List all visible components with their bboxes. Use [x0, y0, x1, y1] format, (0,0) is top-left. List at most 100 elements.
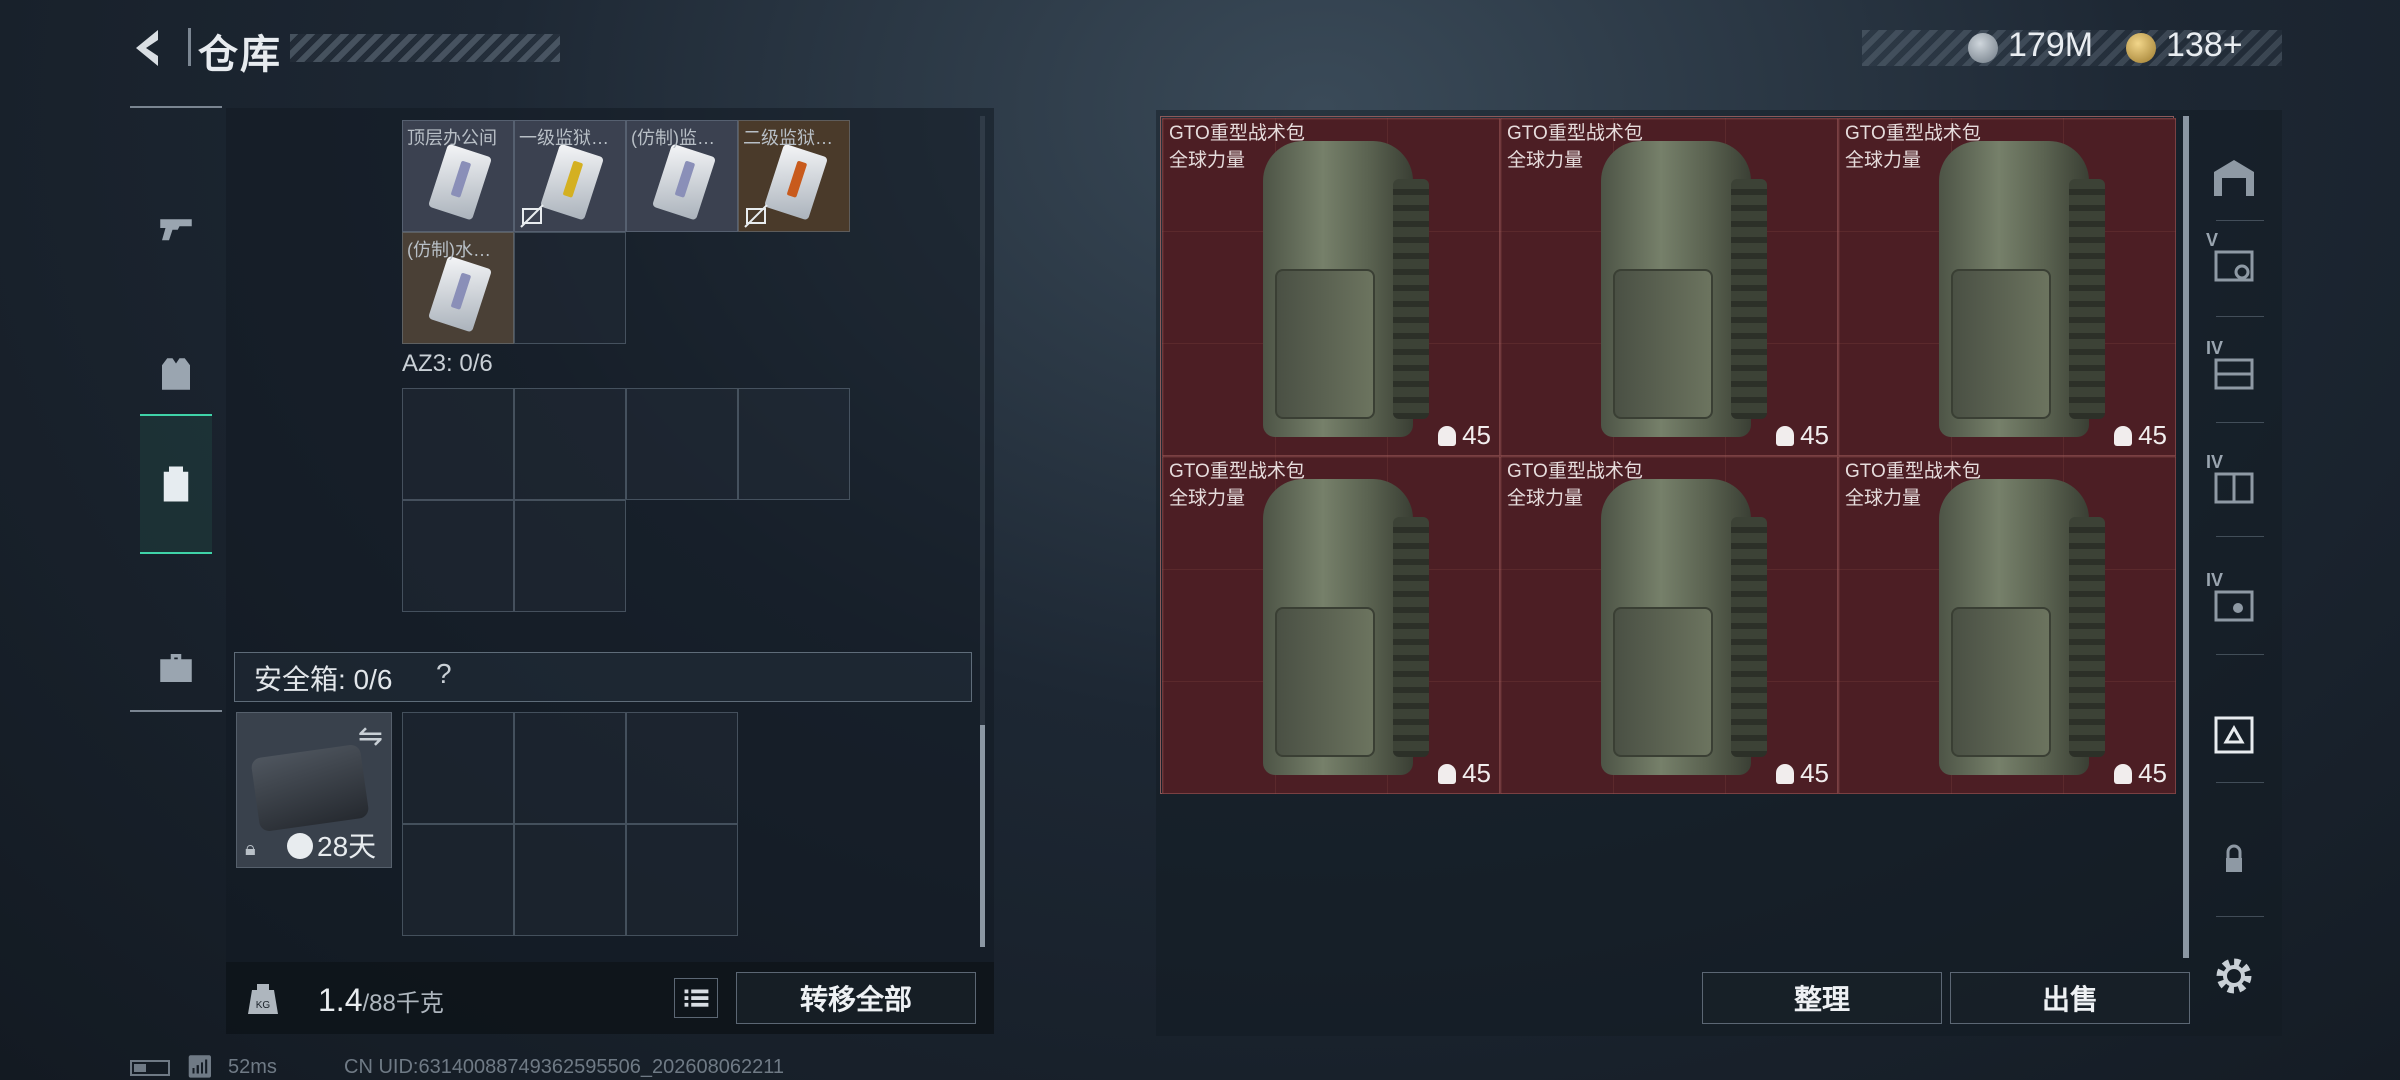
right-scrollbar[interactable] [2183, 116, 2189, 958]
current-weight: 1.4 [318, 982, 363, 1018]
keycard-image [427, 255, 493, 333]
backpack-name: GTO重型战术包 [1169, 123, 1305, 144]
battery-icon [130, 1060, 170, 1076]
silver-currency-value: 179M [2008, 26, 2094, 64]
storage-page-tab-4[interactable]: IV [2206, 570, 2262, 632]
gold-coin-icon [2126, 33, 2156, 63]
tier-label: IV [2206, 338, 2224, 358]
capacity-icon [1776, 764, 1795, 784]
capacity-value: 45 [1462, 758, 1491, 788]
backpack-tag: 全球力量 [1845, 150, 1922, 171]
backpack-capacity: 45 [1776, 420, 1829, 451]
backpack-capacity: 45 [1438, 758, 1491, 789]
empty-slot[interactable] [514, 500, 626, 612]
keycard-image [763, 143, 829, 221]
backpack-strap [2069, 517, 2105, 757]
back-button[interactable] [128, 24, 176, 72]
empty-slot[interactable] [514, 388, 626, 500]
max-weight: /88千克 [362, 990, 444, 1017]
weight-icon: KG [248, 984, 278, 1014]
item-cell[interactable]: (仿制)水… [402, 232, 514, 344]
backpack-strap [2069, 179, 2105, 419]
storage-page-tab-3[interactable]: IV [2206, 452, 2262, 514]
gear-icon [2216, 958, 2252, 994]
backpack-tag: 全球力量 [1169, 488, 1246, 509]
backpack-tag: 全球力量 [1845, 488, 1922, 509]
backpack-pouch [1951, 607, 2051, 757]
safe-box-label: 安全箱: 0/6 [254, 664, 393, 695]
backpack-tag: 全球力量 [1507, 488, 1584, 509]
warehouse-icon [2214, 160, 2254, 196]
sell-button[interactable]: 出售 [1950, 972, 2190, 1024]
empty-slot[interactable] [514, 232, 626, 344]
storage-home-tab[interactable] [2206, 150, 2262, 206]
briefcase-icon [160, 654, 192, 682]
empty-slot[interactable] [514, 824, 626, 936]
backpack-capacity: 45 [2114, 758, 2167, 789]
empty-slot[interactable] [402, 388, 514, 500]
empty-slot[interactable] [738, 388, 850, 500]
empty-slot[interactable] [626, 388, 738, 500]
backpack-item-cell[interactable]: GTO重型战术包 全球力量 45 [1162, 118, 1500, 456]
storage-page-tab-1[interactable]: V [2206, 230, 2262, 292]
tier-label: V [2206, 230, 2219, 250]
empty-slot[interactable] [402, 824, 514, 936]
vest-icon [162, 358, 190, 390]
backpack-tag: 全球力量 [1507, 150, 1584, 171]
transfer-all-button[interactable]: 转移全部 [736, 972, 976, 1024]
left-scrollbar[interactable] [980, 725, 985, 947]
locked-page-tab[interactable] [2206, 832, 2262, 888]
empty-slot[interactable] [626, 712, 738, 824]
backpack-name: GTO重型战术包 [1845, 123, 1981, 144]
empty-slot[interactable] [402, 500, 514, 612]
safe-case-item[interactable]: ⇋ 🔒︎ 28天 [236, 712, 392, 868]
backpack-item-cell[interactable]: GTO重型战术包 全球力量 45 [1500, 118, 1838, 456]
empty-slot[interactable] [626, 824, 738, 936]
settings-button[interactable] [2206, 948, 2262, 1004]
swap-icon[interactable]: ⇋ [358, 719, 383, 754]
item-cell[interactable]: 一级监狱… [514, 120, 626, 232]
backpack-item-cell[interactable]: GTO重型战术包 全球力量 45 [1838, 456, 2176, 794]
capacity-value: 45 [2138, 758, 2167, 788]
backpack-item-cell[interactable]: GTO重型战术包 全球力量 45 [1838, 118, 2176, 456]
storage-page-tab-2[interactable]: IV [2206, 338, 2262, 400]
backpack-item-cell[interactable]: GTO重型战术包 全球力量 45 [1500, 456, 1838, 794]
empty-slot[interactable] [402, 712, 514, 824]
title-decoration [290, 34, 560, 62]
silver-coin-icon [1968, 33, 1998, 63]
backpack-item-cell[interactable]: GTO重型战术包 全球力量 45 [1162, 456, 1500, 794]
list-icon [684, 989, 709, 1007]
backpack-icon [163, 466, 189, 502]
help-button[interactable]: ? [436, 658, 452, 690]
svg-text:KG: KG [256, 1000, 271, 1011]
backpack-strap [1393, 179, 1429, 419]
gold-currency-value[interactable]: 138+ [2166, 26, 2243, 65]
item-cell[interactable]: 顶层办公间 [402, 120, 514, 232]
nav-backpack-tab[interactable] [140, 414, 212, 554]
ping-value: 52ms [228, 1056, 277, 1078]
list-view-button[interactable] [674, 978, 718, 1018]
tier-label: IV [2206, 570, 2224, 590]
item-cell[interactable]: (仿制)监… [626, 120, 738, 232]
nav-case-tab[interactable] [140, 598, 212, 738]
safe-case-timer: 28天 [287, 825, 376, 865]
no-trade-icon [520, 204, 544, 228]
storage-page-tab-active[interactable] [2206, 706, 2262, 762]
backpack-tag: 全球力量 [1169, 150, 1246, 171]
clock-icon [287, 833, 313, 859]
capacity-icon [2114, 426, 2133, 446]
capacity-value: 45 [2138, 420, 2167, 450]
storage-active-icon [2214, 716, 2254, 754]
sort-button[interactable]: 整理 [1702, 972, 1942, 1024]
backpack-strap [1393, 517, 1429, 757]
item-cell[interactable]: 二级监狱… [738, 120, 850, 232]
lock-icon [2226, 844, 2242, 872]
backpack-capacity: 45 [1438, 420, 1491, 451]
nav-weapon-tab[interactable] [140, 158, 212, 298]
weight-value: 1.4/88千克 [318, 982, 444, 1019]
pistol-icon [160, 219, 192, 241]
backpack-pouch [1275, 269, 1375, 419]
timer-value: 28天 [317, 831, 377, 862]
empty-slot[interactable] [514, 712, 626, 824]
lock-icon: 🔒︎ [245, 838, 256, 860]
